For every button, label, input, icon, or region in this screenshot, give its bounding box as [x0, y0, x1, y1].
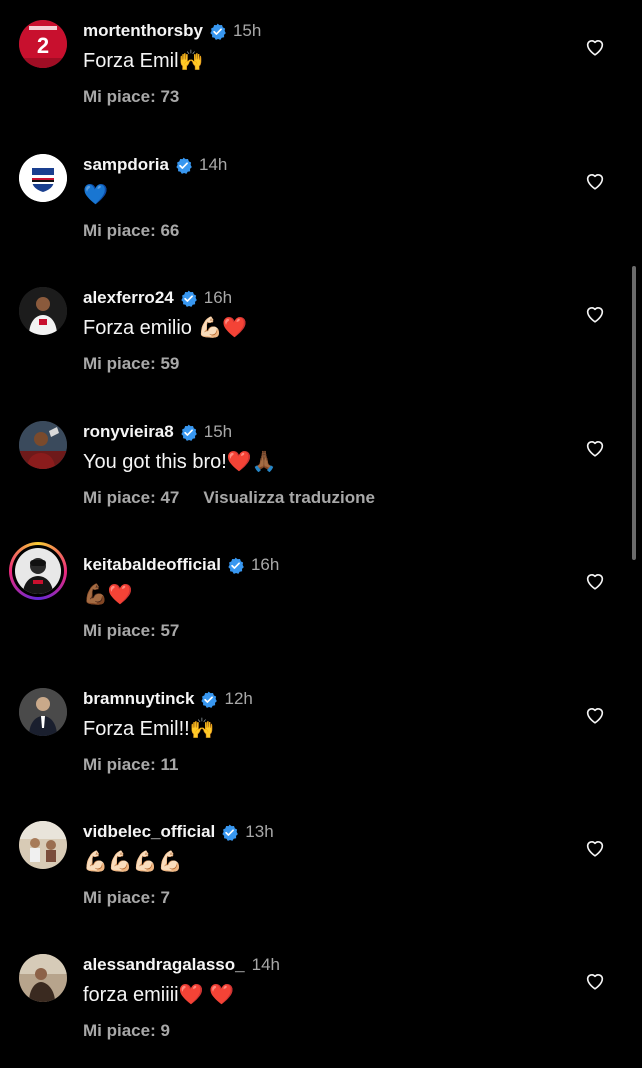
- heart-outline-icon[interactable]: [584, 570, 606, 592]
- comment-text: forza emiiii❤️ ❤️: [83, 984, 234, 1006]
- comment-time: 16h: [203, 288, 233, 307]
- like-count-label[interactable]: Mi piace: 11: [83, 755, 178, 774]
- avatar[interactable]: [19, 954, 67, 1002]
- comment-text: Forza Emil!!🙌: [83, 718, 215, 740]
- heart-outline-icon[interactable]: [584, 704, 606, 726]
- heart-outline-icon[interactable]: [584, 36, 606, 58]
- comment-time: 14h: [251, 955, 280, 974]
- avatar[interactable]: [19, 688, 67, 736]
- scrollbar[interactable]: [632, 266, 636, 560]
- comment-text: Forza Emil🙌: [83, 50, 204, 72]
- like-count-label[interactable]: Mi piace: 7: [83, 888, 170, 907]
- like-count-label[interactable]: Mi piace: 59: [83, 354, 179, 373]
- heart-outline-icon[interactable]: [584, 437, 606, 459]
- avatar[interactable]: 2: [19, 20, 67, 68]
- comment-header: alexferro24 16h: [83, 287, 232, 309]
- comment-header: sampdoria 14h: [83, 154, 227, 176]
- username[interactable]: vidbelec_official: [83, 821, 215, 843]
- comment-time: 15h: [232, 21, 262, 40]
- like-count: Mi piace: 73: [83, 86, 179, 108]
- username[interactable]: mortenthorsby: [83, 20, 203, 42]
- verified-badge-icon: [180, 424, 197, 441]
- like-count: Mi piace: 11: [83, 754, 178, 776]
- comment-item: ronyvieira8 15h You got this bro!❤️🙏🏾 Mi…: [0, 401, 642, 535]
- avatar: [12, 545, 64, 597]
- comment-header: mortenthorsby 15h: [83, 20, 261, 42]
- comment-text: 💪🏻💪🏻💪🏻💪🏻: [83, 851, 183, 873]
- like-count: Mi piace: 57: [83, 620, 179, 642]
- comment-header: alessandragalasso_ 14h: [83, 954, 280, 976]
- comment-item: keitabaldeofficial 16h 💪🏾❤️ Mi piace: 57: [0, 534, 642, 668]
- comment-item: vidbelec_official 13h 💪🏻💪🏻💪🏻💪🏻 Mi piace:…: [0, 801, 642, 935]
- heart-outline-icon[interactable]: [584, 970, 606, 992]
- comment-time: 12h: [224, 689, 253, 708]
- avatar[interactable]: [19, 821, 67, 869]
- username[interactable]: sampdoria: [83, 154, 169, 176]
- comment-item: sampdoria 14h 💙 Mi piace: 66: [0, 134, 642, 268]
- like-count-label[interactable]: Mi piace: 57: [83, 621, 179, 640]
- verified-badge-icon: [180, 290, 197, 307]
- avatar[interactable]: [19, 421, 67, 469]
- comment-text: 💙: [83, 184, 108, 206]
- like-count: Mi piace: 9: [83, 1020, 170, 1042]
- comment-header: vidbelec_official 13h: [83, 821, 274, 843]
- verified-badge-icon: [221, 824, 239, 841]
- see-translation-link[interactable]: Visualizza traduzione: [203, 488, 375, 507]
- heart-outline-icon[interactable]: [584, 837, 606, 859]
- comment-item: 2 mortenthorsby 15h Forza Emil🙌 Mi piace…: [0, 0, 642, 134]
- comment-text: You got this bro!❤️🙏🏾: [83, 451, 277, 473]
- comment-header: keitabaldeofficial 16h: [83, 554, 279, 576]
- comment-time: 14h: [198, 155, 228, 174]
- like-count-label[interactable]: Mi piace: 73: [83, 87, 179, 106]
- comment-item: bramnuytinck 12h Forza Emil!!🙌 Mi piace:…: [0, 668, 642, 802]
- avatar[interactable]: [19, 154, 67, 202]
- heart-outline-icon[interactable]: [584, 170, 606, 192]
- like-count: Mi piace: 7: [83, 887, 170, 909]
- comment-item: alexferro24 16h Forza emilio 💪🏻❤️ Mi pia…: [0, 267, 642, 401]
- svg-text:2: 2: [37, 33, 49, 58]
- verified-badge-icon: [227, 557, 244, 574]
- verified-badge-icon: [200, 691, 218, 708]
- username[interactable]: ronyvieira8: [83, 421, 174, 443]
- comment-time: 13h: [245, 822, 274, 841]
- heart-outline-icon[interactable]: [584, 303, 606, 325]
- username[interactable]: bramnuytinck: [83, 688, 194, 710]
- verified-badge-icon: [209, 23, 226, 40]
- like-count-label[interactable]: Mi piace: 66: [83, 221, 179, 240]
- like-count-label[interactable]: Mi piace: 47: [83, 488, 179, 507]
- like-count: Mi piace: 47 Visualizza traduzione: [83, 487, 375, 509]
- username[interactable]: alexferro24: [83, 287, 174, 309]
- comment-time: 15h: [203, 422, 233, 441]
- comment-time: 16h: [250, 555, 280, 574]
- like-count: Mi piace: 66: [83, 220, 179, 242]
- avatar-story-ring[interactable]: [9, 542, 67, 600]
- comment-text: Forza emilio 💪🏻❤️: [83, 317, 248, 339]
- avatar[interactable]: [19, 287, 67, 335]
- comment-header: bramnuytinck 12h: [83, 688, 253, 710]
- username[interactable]: keitabaldeofficial: [83, 554, 221, 576]
- comment-item: alessandragalasso_ 14h forza emiiii❤️ ❤️…: [0, 934, 642, 1068]
- username[interactable]: alessandragalasso_: [83, 954, 245, 976]
- like-count: Mi piace: 59: [83, 353, 179, 375]
- verified-badge-icon: [175, 157, 192, 174]
- comment-text: 💪🏾❤️: [83, 584, 133, 606]
- comment-header: ronyvieira8 15h: [83, 421, 232, 443]
